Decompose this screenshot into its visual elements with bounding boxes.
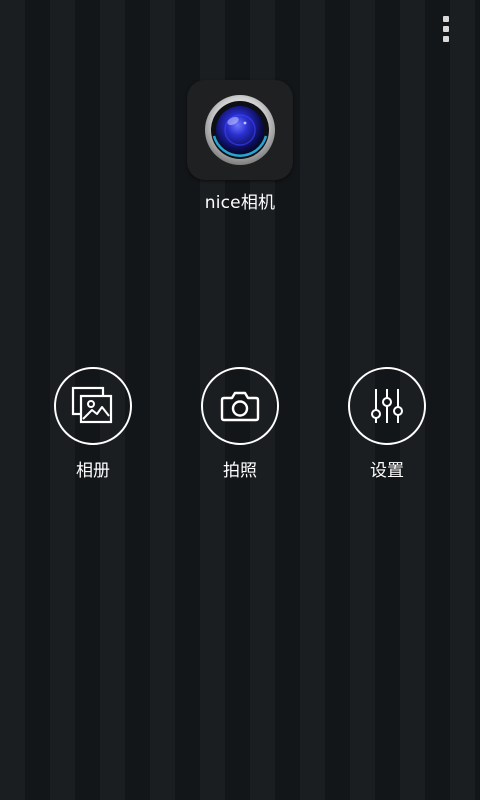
app-header: nice相机 [0, 80, 480, 213]
sliders-settings-icon [371, 389, 403, 423]
app-icon [187, 80, 293, 180]
gallery-button-ring [54, 367, 132, 445]
camera-icon [220, 391, 260, 422]
take-photo-button-ring [201, 367, 279, 445]
take-photo-label: 拍照 [223, 461, 257, 481]
overflow-menu-dot [443, 26, 449, 32]
settings-button[interactable]: 设置 [337, 367, 437, 481]
settings-button-ring [348, 367, 426, 445]
gallery-label: 相册 [76, 461, 110, 481]
app-name: nice相机 [204, 193, 276, 213]
overflow-menu-button[interactable] [438, 14, 454, 44]
overflow-menu-dot [443, 36, 449, 42]
overflow-menu-icon [443, 16, 449, 22]
gallery-icon [71, 386, 113, 424]
camera-lens-icon [205, 95, 275, 165]
settings-label: 设置 [370, 461, 404, 481]
take-photo-button[interactable]: 拍照 [190, 367, 290, 481]
main-actions: 相册 拍照 设置 [0, 367, 480, 481]
gallery-button[interactable]: 相册 [43, 367, 143, 481]
